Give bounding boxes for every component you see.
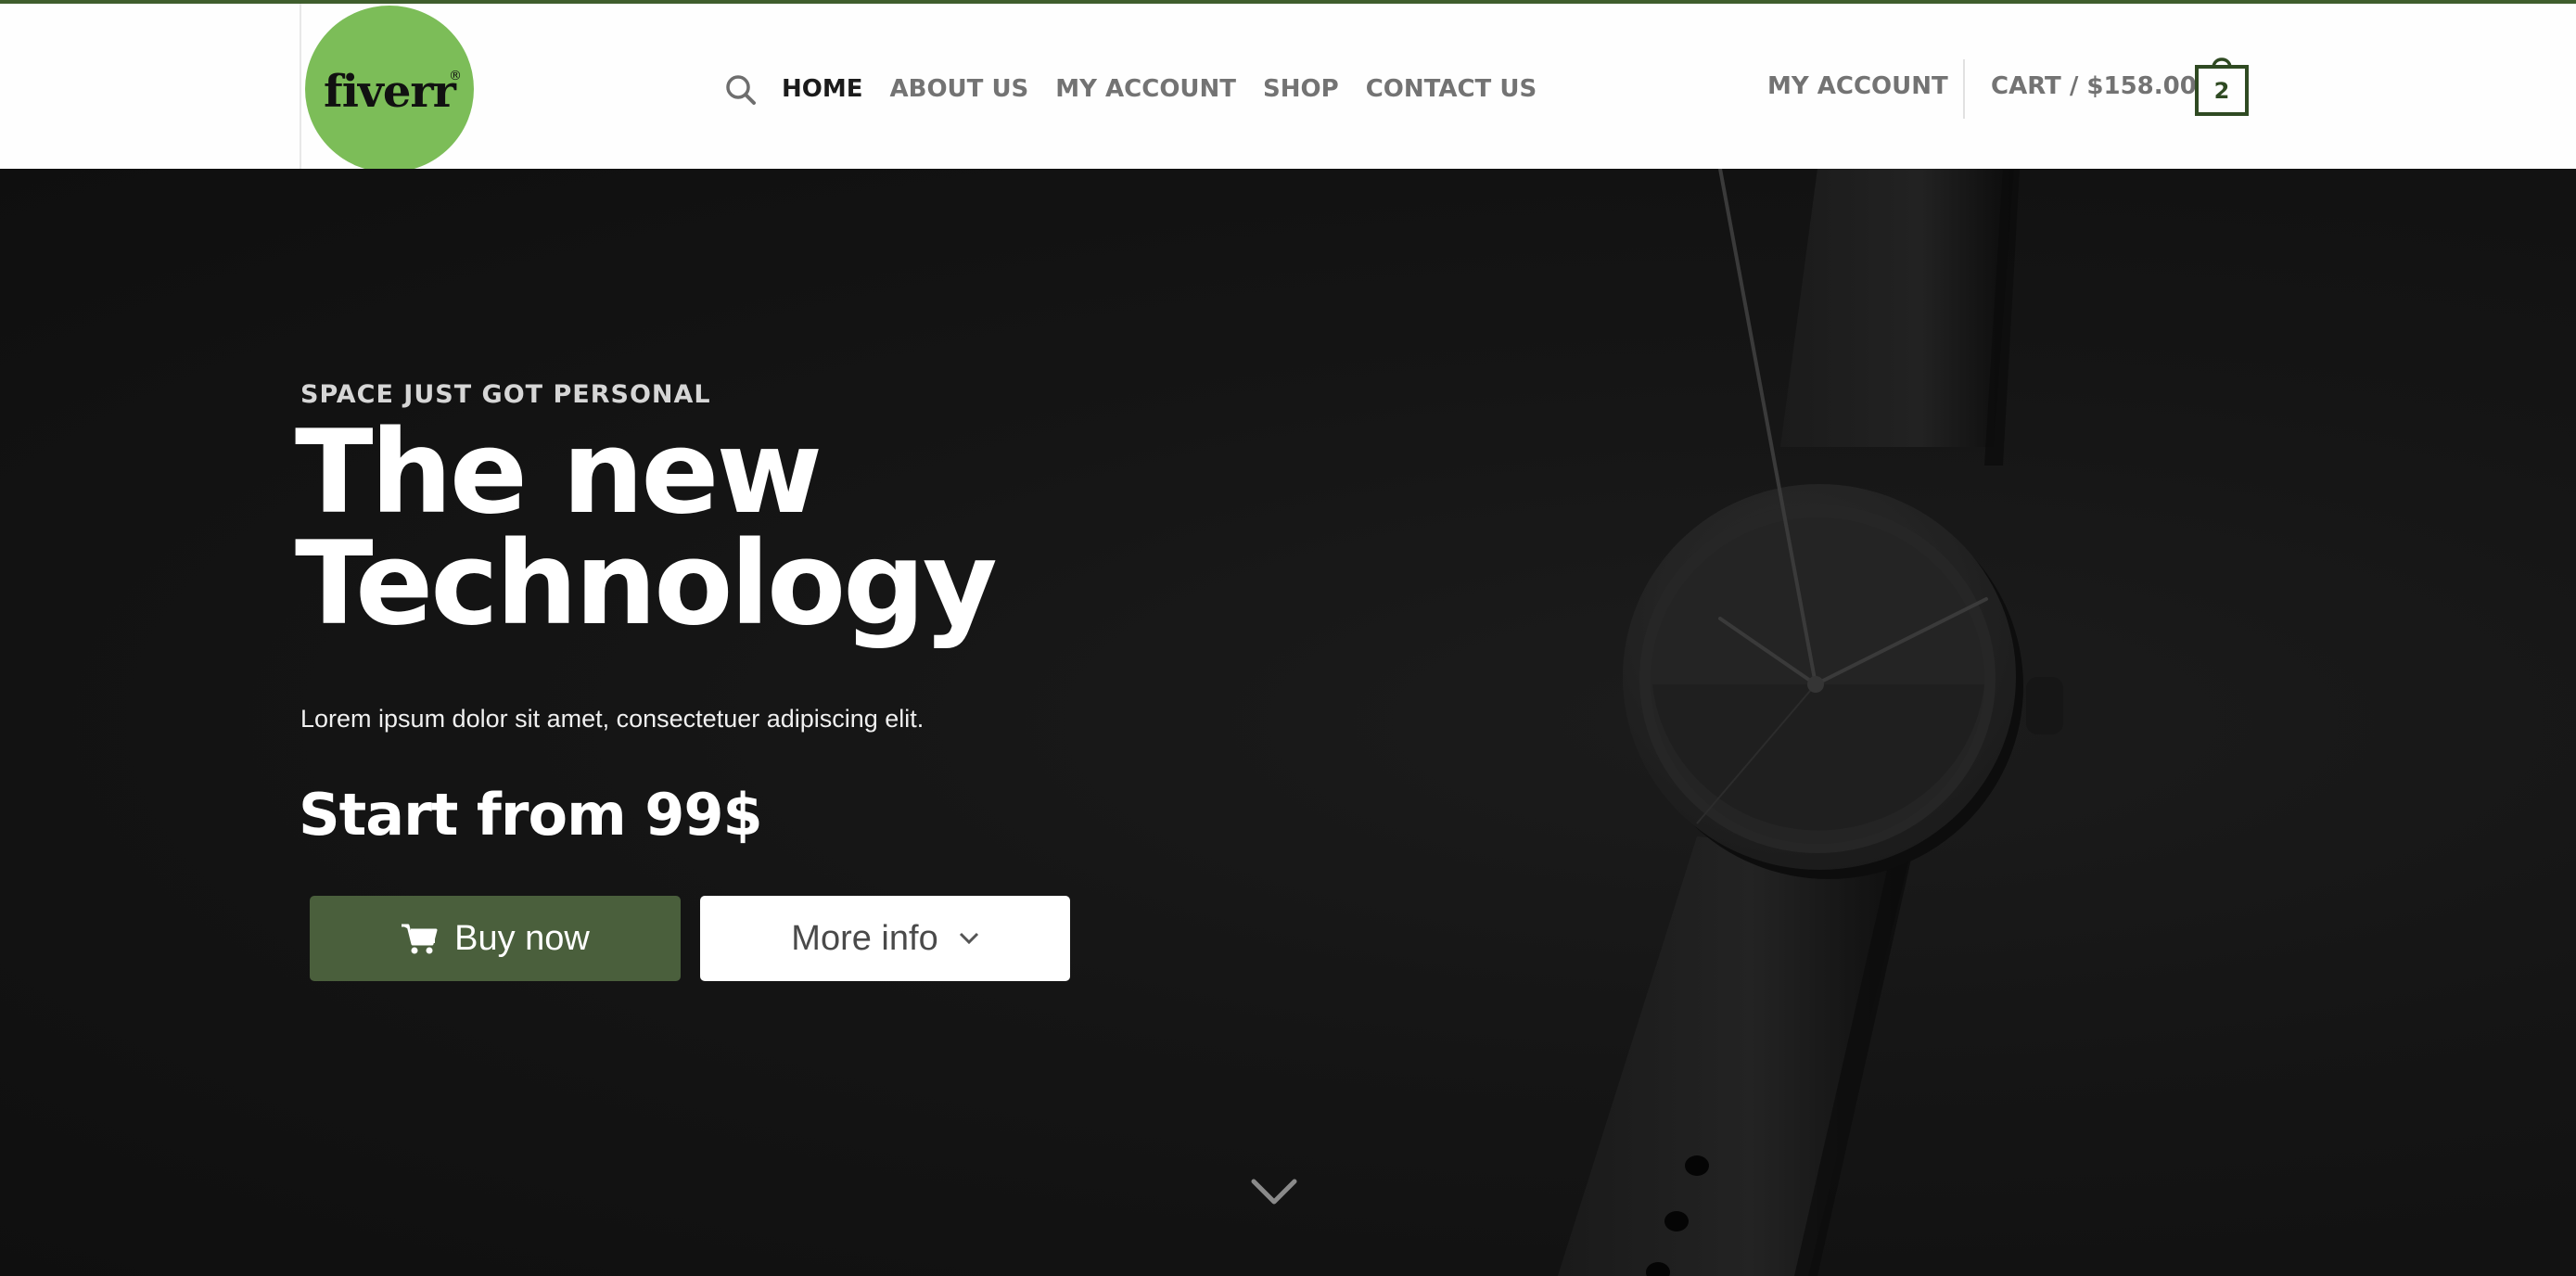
more-info-button[interactable]: More info	[700, 896, 1070, 981]
hero-kicker: SPACE JUST GOT PERSONAL	[300, 380, 711, 409]
cart-link[interactable]: CART / $158.00	[1991, 72, 2197, 100]
hero-banner: SPACE JUST GOT PERSONAL The new Technolo…	[0, 169, 2576, 1276]
search-icon[interactable]	[725, 74, 757, 106]
hero-headline-line2: Technology	[295, 517, 998, 651]
site-header: fiverr ® HOME ABOUT US MY ACCOUNT SHOP C…	[0, 0, 2576, 172]
hero-subtext: Lorem ipsum dolor sit amet, consectetuer…	[300, 705, 925, 733]
nav-item-home[interactable]: HOME	[782, 75, 863, 103]
hero-price: Start from 99$	[299, 781, 763, 849]
nav-item-shop[interactable]: SHOP	[1263, 75, 1339, 103]
nav-item-my-account[interactable]: MY ACCOUNT	[1055, 75, 1236, 103]
hero-headline: The new Technology	[295, 406, 1408, 651]
hero-headline-line1: The new	[295, 406, 823, 540]
logo-divider	[300, 4, 301, 172]
chevron-down-icon	[959, 932, 978, 945]
more-info-label: More info	[791, 918, 938, 958]
main-nav: HOME ABOUT US MY ACCOUNT SHOP CONTACT US	[782, 70, 1537, 108]
scroll-down-chevron-icon[interactable]	[1251, 1179, 1297, 1206]
nav-item-about-us[interactable]: ABOUT US	[890, 75, 1029, 103]
account-link[interactable]: MY ACCOUNT	[1767, 72, 1948, 100]
cart-icon	[402, 924, 438, 954]
logo[interactable]: fiverr ®	[305, 6, 474, 172]
buy-now-label: Buy now	[454, 918, 590, 958]
header-divider	[1963, 59, 1965, 119]
logo-registered-mark: ®	[449, 69, 462, 83]
cart-count-badge[interactable]: 2	[2195, 66, 2249, 116]
nav-item-contact-us[interactable]: CONTACT US	[1366, 75, 1537, 103]
page: fiverr ® HOME ABOUT US MY ACCOUNT SHOP C…	[0, 0, 2576, 1276]
buy-now-button[interactable]: Buy now	[310, 896, 681, 981]
logo-text: fiverr	[324, 66, 456, 118]
